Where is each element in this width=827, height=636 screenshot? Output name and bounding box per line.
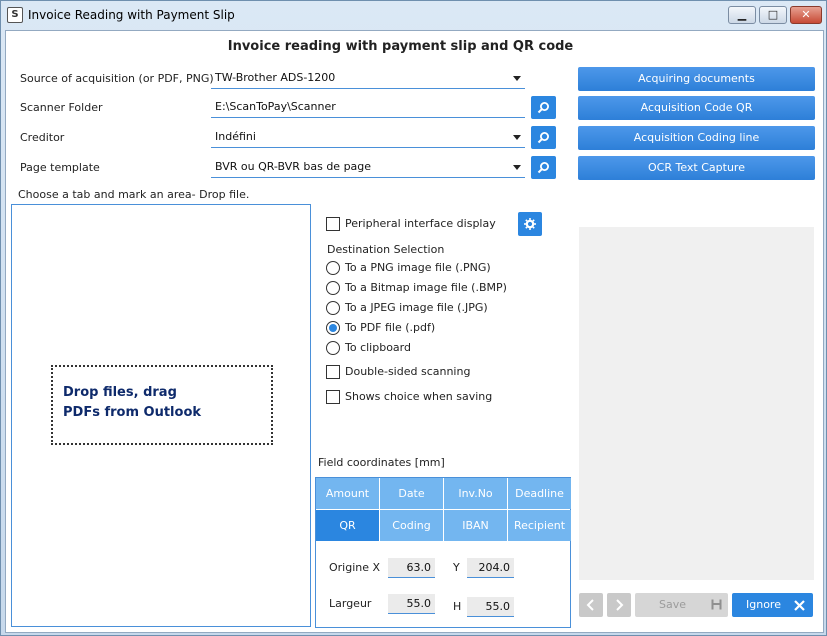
previous-button[interactable] [579, 593, 603, 617]
width-input[interactable]: 55.0 [388, 594, 435, 614]
acquire-coding-line-button[interactable]: Acquisition Coding line [578, 126, 815, 150]
tab-iban[interactable]: IBAN [444, 510, 507, 541]
double-sided-checkbox[interactable] [326, 365, 340, 379]
source-label: Source of acquisition (or PDF, PNG) [20, 72, 214, 85]
coords-tab-panel: Amount Date Inv.No Deadline QR Coding IB… [315, 477, 571, 628]
dest-jpg-label: To a JPEG image file (.JPG) [345, 301, 488, 314]
tab-inv-no[interactable]: Inv.No [444, 478, 507, 509]
creditor-value: Indéfini [215, 130, 256, 143]
drop-line-2: PDFs from Outlook [63, 405, 202, 420]
origin-x-input[interactable]: 63.0 [388, 558, 435, 578]
creditor-select[interactable]: Indéfini [211, 126, 525, 148]
template-label: Page template [20, 161, 100, 174]
chevron-down-icon [513, 76, 521, 81]
tab-date[interactable]: Date [380, 478, 443, 509]
page-title: Invoice reading with payment slip and QR… [227, 39, 574, 54]
minimize-button[interactable]: ▁ [728, 6, 756, 24]
source-value: TW-Brother ADS-1200 [215, 71, 336, 84]
close-button[interactable]: ✕ [790, 6, 822, 24]
y-input[interactable]: 204.0 [467, 558, 514, 578]
scanner-folder-value: E:\ScanToPay\Scanner [215, 100, 336, 113]
folder-search-button[interactable] [531, 96, 556, 119]
coords-title: Field coordinates [mm] [318, 456, 445, 469]
scanner-folder-input[interactable]: E:\ScanToPay\Scanner [211, 96, 525, 118]
template-select[interactable]: BVR ou QR-BVR bas de page [211, 156, 525, 178]
ocr-capture-button[interactable]: OCR Text Capture [578, 156, 815, 180]
template-search-button[interactable] [531, 156, 556, 179]
window-title: Invoice Reading with Payment Slip [28, 8, 235, 22]
ignore-label: Ignore [746, 598, 781, 611]
dest-png-radio[interactable] [326, 261, 340, 275]
chevron-left-icon [586, 599, 594, 611]
tab-qr[interactable]: QR [316, 510, 379, 541]
dest-jpg-radio[interactable] [326, 301, 340, 315]
close-icon [794, 600, 805, 611]
shows-choice-checkbox[interactable] [326, 390, 340, 404]
peripheral-checkbox[interactable] [326, 217, 340, 231]
file-drop-zone[interactable]: Drop files, drag PDFs from Outlook [11, 204, 311, 627]
shows-choice-label: Shows choice when saving [345, 390, 493, 403]
dest-png-label: To a PNG image file (.PNG) [345, 261, 491, 274]
app-logo-icon: S [7, 7, 23, 23]
save-button[interactable]: Save [635, 593, 728, 617]
acquire-documents-button[interactable]: Acquiring documents [578, 67, 815, 91]
double-sided-label: Double-sided scanning [345, 365, 471, 378]
y-label: Y [453, 561, 460, 574]
app-window: S Invoice Reading with Payment Slip ▁ □ … [0, 0, 827, 636]
main-panel: Invoice reading with payment slip and QR… [5, 30, 824, 633]
creditor-label: Creditor [20, 131, 65, 144]
title-bar[interactable]: S Invoice Reading with Payment Slip ▁ □ … [1, 1, 826, 29]
acquire-qr-button[interactable]: Acquisition Code QR [578, 96, 815, 120]
dest-bmp-label: To a Bitmap image file (.BMP) [345, 281, 507, 294]
ignore-button[interactable]: Ignore [732, 593, 813, 617]
chevron-down-icon [513, 165, 521, 170]
tab-coding[interactable]: Coding [380, 510, 443, 541]
dropzone-hint: Choose a tab and mark an area- Drop file… [18, 188, 250, 201]
source-select[interactable]: TW-Brother ADS-1200 [211, 67, 525, 89]
drop-instructions: Drop files, drag PDFs from Outlook [51, 365, 273, 445]
maximize-button[interactable]: □ [759, 6, 787, 24]
destination-title: Destination Selection [327, 243, 445, 256]
dest-pdf-radio[interactable] [326, 321, 340, 335]
dest-pdf-label: To PDF file (.pdf) [345, 321, 436, 334]
tab-recipient[interactable]: Recipient [508, 510, 571, 541]
dest-bmp-radio[interactable] [326, 281, 340, 295]
document-preview [579, 227, 814, 580]
gear-icon [524, 218, 536, 230]
chevron-right-icon [616, 599, 624, 611]
template-value: BVR ou QR-BVR bas de page [215, 160, 372, 173]
floppy-disk-icon [711, 599, 722, 610]
search-icon [537, 102, 549, 114]
peripheral-label: Peripheral interface display [345, 217, 496, 230]
search-icon [537, 132, 549, 144]
width-label: Largeur [329, 597, 372, 610]
h-input[interactable]: 55.0 [467, 597, 514, 617]
creditor-search-button[interactable] [531, 126, 556, 149]
chevron-down-icon [513, 135, 521, 140]
dest-clipboard-radio[interactable] [326, 341, 340, 355]
dest-clipboard-label: To clipboard [345, 341, 411, 354]
tab-deadline[interactable]: Deadline [508, 478, 571, 509]
drop-line-1: Drop files, drag [63, 385, 177, 400]
next-button[interactable] [607, 593, 631, 617]
save-label: Save [659, 598, 687, 611]
h-label: H [453, 600, 462, 613]
search-icon [537, 162, 549, 174]
scanner-folder-label: Scanner Folder [20, 101, 103, 114]
tab-amount[interactable]: Amount [316, 478, 379, 509]
settings-button[interactable] [518, 212, 542, 236]
origin-x-label: Origine X [329, 561, 381, 574]
